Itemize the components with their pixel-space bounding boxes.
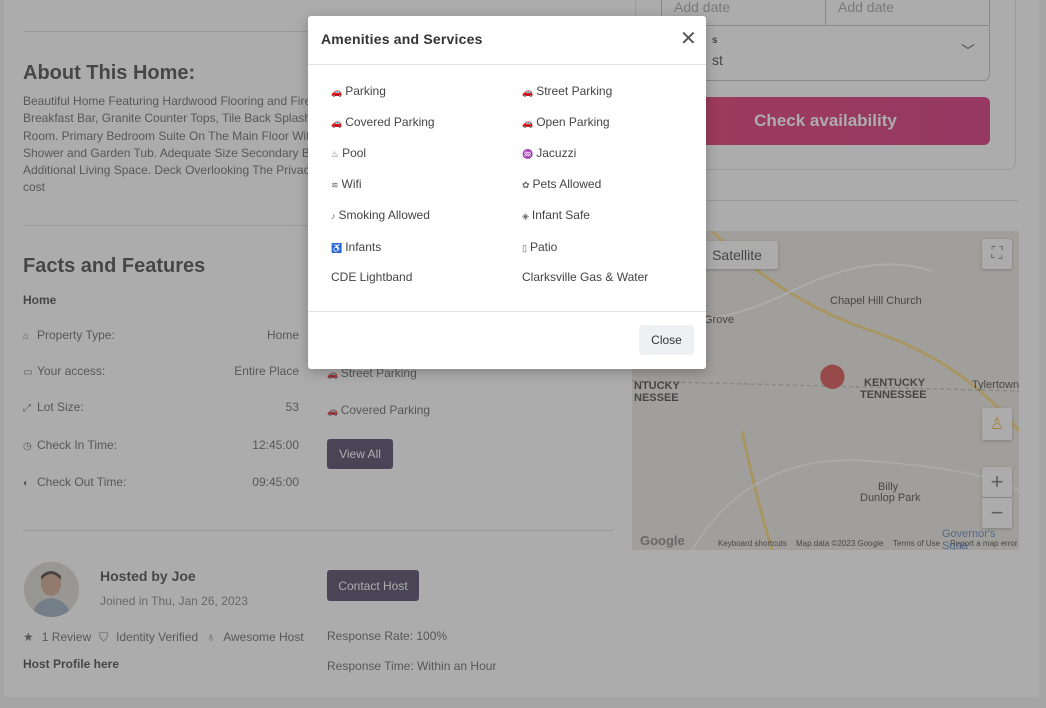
car-icon: 🚗 [522,118,534,128]
amenity-label: Pool [342,146,367,160]
amenity-label: Infants [345,240,382,254]
close-button[interactable]: Close [639,325,694,355]
modal-header: Amenities and Services ✕ [308,16,706,65]
close-icon[interactable]: ✕ [680,29,697,49]
modal-title: Amenities and Services [321,31,483,47]
smoking-icon: ♪ [331,211,336,221]
paw-icon: ✿ [522,180,530,190]
amenity-item: Clarksville Gas & Water [522,270,648,284]
hot-tub-icon: ♒ [522,149,534,159]
modal-footer-divider [308,311,706,312]
amenity-item: ♪ Smoking Allowed [331,208,430,222]
amenity-label: Street Parking [536,84,613,98]
amenity-label: Patio [529,240,558,254]
amenity-label: Open Parking [536,115,610,129]
amenity-item: 🚗 Parking [331,84,386,98]
amenity-label: Covered Parking [345,115,435,129]
amenity-label: Parking [345,84,386,98]
amenities-modal: Amenities and Services ✕ 🚗 Parking 🚗 Stree… [308,16,706,369]
amenity-item: CDE Lightband [331,270,412,284]
amenity-label: Smoking Allowed [338,208,430,222]
wifi-icon: ≋ [331,180,339,190]
amenity-label: Wifi [341,177,362,191]
tag-icon: ◈ [522,211,529,221]
pool-icon: ♨ [331,149,340,159]
amenity-item: ♿ Infants [331,240,381,254]
amenity-item: ◈ Infant Safe [522,208,590,222]
car-icon: 🚗 [331,87,343,97]
amenity-item: ▯ Patio [522,240,557,254]
amenity-item: ≋ Wifi [331,177,362,191]
amenity-item: ♒ Jacuzzi [522,146,576,160]
amenity-item: ♨ Pool [331,146,366,160]
amenity-item: ✿ Pets Allowed [522,177,601,191]
stroller-icon: ♿ [331,243,343,253]
patio-icon: ▯ [522,243,527,253]
car-icon: 🚗 [522,87,534,97]
amenity-item: 🚗 Open Parking [522,115,610,129]
amenity-label: CDE Lightband [331,270,413,284]
amenity-item: 🚗 Covered Parking [331,115,435,129]
amenity-item: 🚗 Street Parking [522,84,612,98]
car-icon: 🚗 [331,118,343,128]
amenity-label: Clarksville Gas & Water [522,270,649,284]
amenity-label: Jacuzzi [536,146,577,160]
amenity-label: Pets Allowed [532,177,602,191]
amenity-label: Infant Safe [531,208,590,222]
